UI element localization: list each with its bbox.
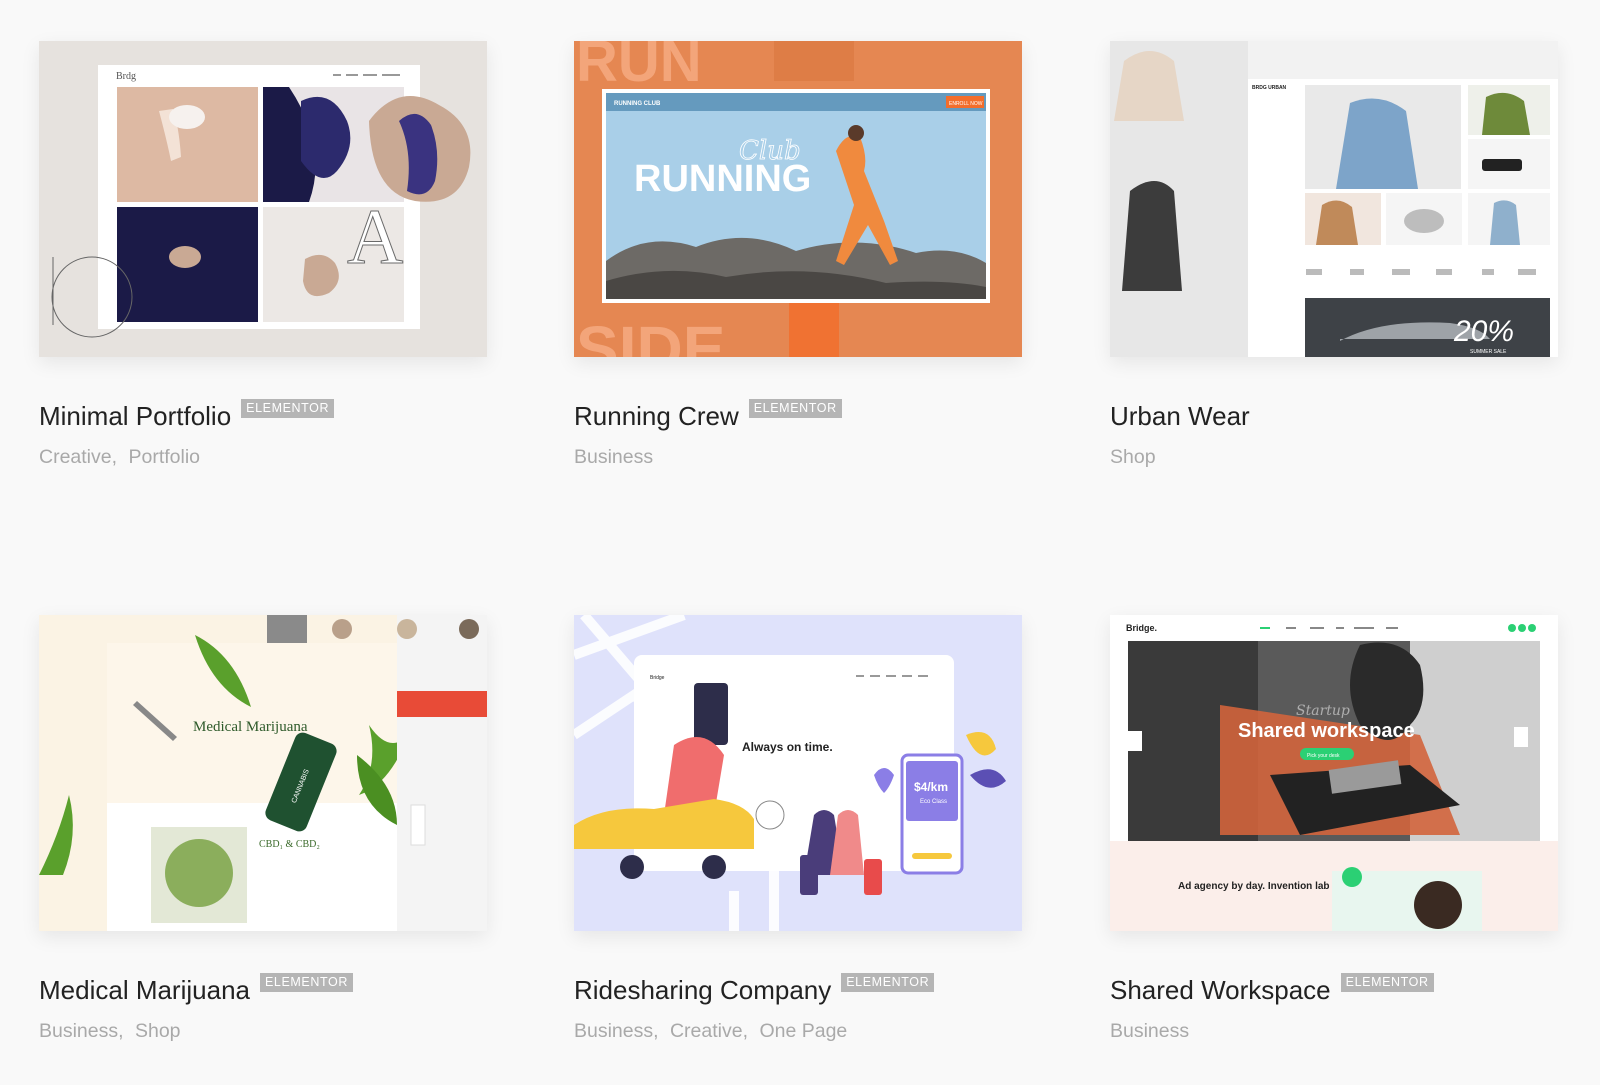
template-thumbnail[interactable]: Medical Marijuana CANNABIS CBD₁ & CBD₂ <box>39 615 487 931</box>
thumb-sale-sub: SUMMER SALE <box>1470 349 1507 355</box>
thumb-brand: Bridge <box>650 675 665 681</box>
thumb-sale: 20% <box>1453 315 1514 348</box>
template-title[interactable]: Shared Workspace <box>1110 973 1331 1007</box>
template-title-row: Ridesharing Company ELEMENTOR <box>574 973 935 1007</box>
thumb-bigtext-top: RUN <box>576 41 702 94</box>
thumb-brand: BRDG URBAN <box>1252 85 1287 91</box>
thumb-hero: Medical Marijuana <box>193 719 308 735</box>
template-categories: Business <box>574 445 653 469</box>
template-title[interactable]: Urban Wear <box>1110 399 1250 433</box>
thumb-letter: A <box>347 193 403 280</box>
category-link[interactable]: Business <box>574 1020 653 1042</box>
category-link[interactable]: Shop <box>135 1020 181 1042</box>
template-categories: Shop <box>1110 445 1156 469</box>
thumb-bigtext-bottom: SIDE <box>576 313 725 357</box>
category-link[interactable]: Creative <box>39 446 112 468</box>
template-thumbnail[interactable]: Brdg A <box>39 41 487 357</box>
category-link[interactable]: Business <box>1110 1020 1189 1042</box>
template-categories: Business, Shop <box>39 1020 181 1042</box>
thumb-script: Club <box>739 136 801 166</box>
template-categories: Creative, Portfolio <box>39 446 201 468</box>
template-title[interactable]: Running Crew <box>574 399 739 433</box>
category-link[interactable]: Shop <box>1110 446 1156 468</box>
elementor-badge: ELEMENTOR <box>241 399 335 418</box>
thumb-brand: Brdg <box>116 71 136 82</box>
category-link[interactable]: Business <box>39 1020 118 1042</box>
template-thumbnail[interactable]: BRDG URBAN 20% SUMMER SALE <box>1110 41 1558 357</box>
thumb-hero: Always on time. <box>742 740 833 754</box>
template-thumbnail[interactable]: RUN SIDE RUNNING CLUB ENROLL NOW RUNNING… <box>574 41 1022 357</box>
thumb-cta: Pick your desk <box>1307 753 1340 759</box>
category-link[interactable]: One Page <box>759 1020 847 1042</box>
elementor-badge: ELEMENTOR <box>841 973 935 992</box>
thumb-cta: ENROLL NOW <box>949 101 983 107</box>
category-link[interactable]: Business <box>574 446 653 468</box>
template-thumbnail[interactable]: Bridge. Startup Shared workspace Pick yo… <box>1110 615 1558 931</box>
thumb-price-sub: Eco Class <box>920 799 947 805</box>
template-title[interactable]: Ridesharing Company <box>574 973 831 1007</box>
template-thumbnail[interactable]: Bridge Always on time. $4/km Eco Class <box>574 615 1022 931</box>
template-title[interactable]: Minimal Portfolio <box>39 399 231 433</box>
thumb-hero: Shared workspace <box>1238 720 1415 742</box>
elementor-badge: ELEMENTOR <box>748 399 842 418</box>
category-link[interactable]: Creative <box>670 1020 743 1042</box>
elementor-badge: ELEMENTOR <box>259 973 353 992</box>
template-title-row: Medical Marijuana ELEMENTOR <box>39 973 353 1007</box>
template-title-row: Shared Workspace ELEMENTOR <box>1110 973 1434 1007</box>
thumb-cbd: CBD₁ & CBD₂ <box>259 839 320 850</box>
thumb-price: $4/km <box>914 780 948 794</box>
elementor-badge: ELEMENTOR <box>1340 973 1434 992</box>
template-title[interactable]: Medical Marijuana <box>39 973 250 1007</box>
thumb-script: Startup <box>1296 703 1350 719</box>
template-title-row: Running Crew ELEMENTOR <box>574 399 842 433</box>
template-categories: Business, Creative, One Page <box>574 1020 848 1042</box>
template-title-row: Urban Wear <box>1110 399 1250 433</box>
template-title-row: Minimal Portfolio ELEMENTOR <box>39 399 335 433</box>
template-categories: Business <box>1110 1019 1189 1043</box>
thumb-brand: Bridge. <box>1126 623 1157 633</box>
category-link[interactable]: Portfolio <box>128 446 200 468</box>
thumb-brand: RUNNING CLUB <box>614 101 661 107</box>
